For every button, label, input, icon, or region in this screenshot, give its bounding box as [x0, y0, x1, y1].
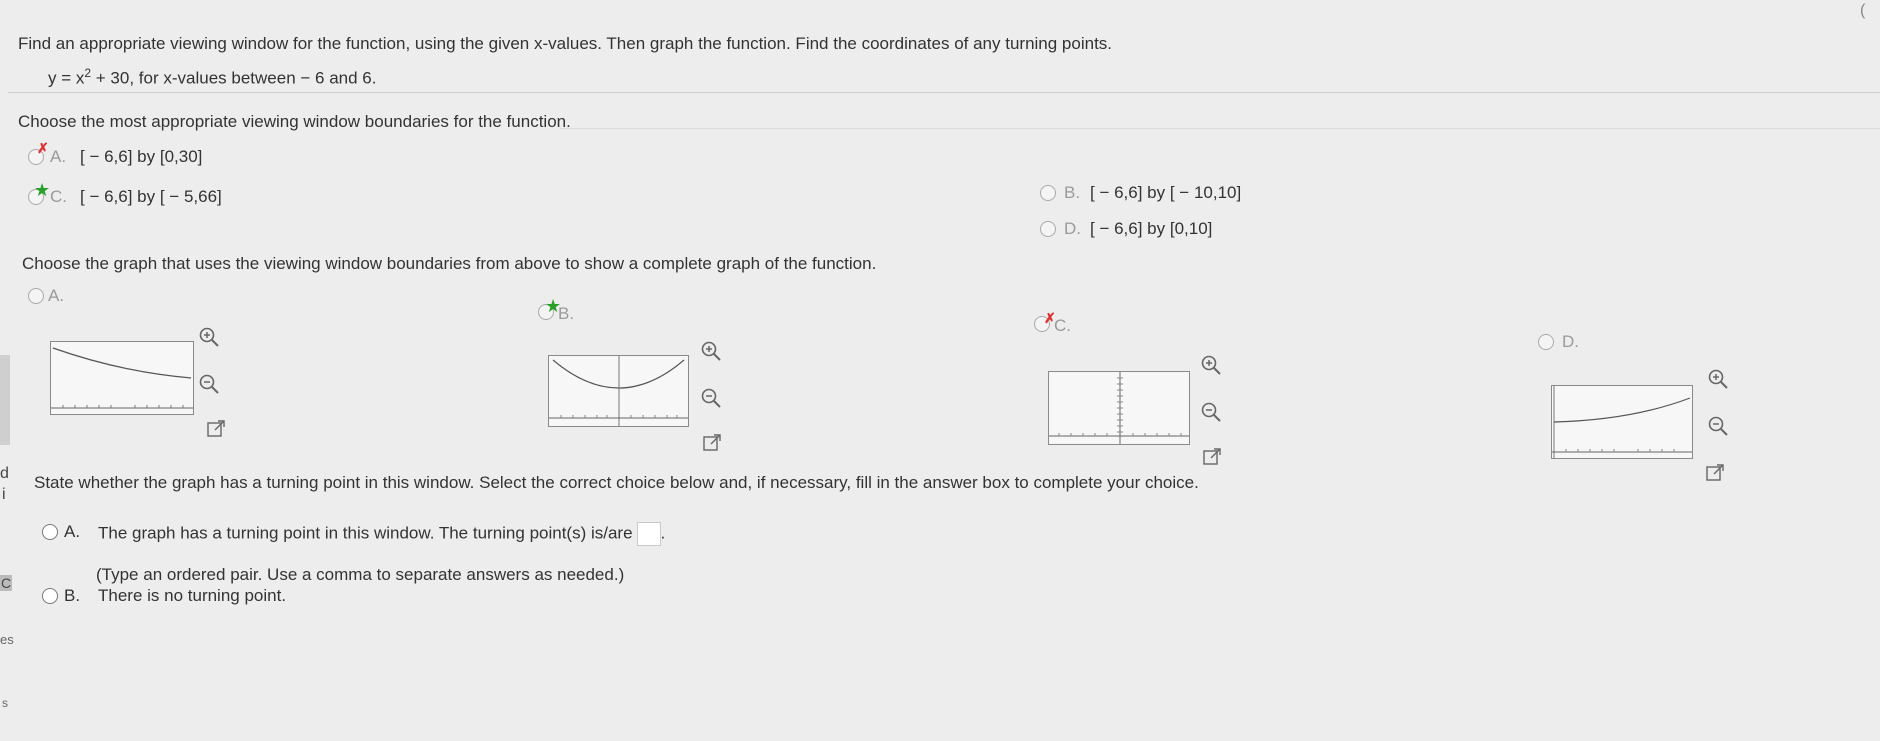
divider — [560, 128, 1880, 129]
radio-button[interactable] — [42, 524, 58, 540]
turning-point-statement: The graph has a turning point in this wi… — [98, 523, 633, 543]
expand-icon[interactable] — [206, 419, 228, 441]
choice-letter: D. — [1562, 332, 1579, 351]
instruction-text: Find an appropriate viewing window for t… — [18, 34, 1113, 53]
choice-letter: A. — [50, 147, 67, 166]
choice-letter: C. — [50, 187, 67, 206]
choice-text: [ − 6,6] by [0,30] — [80, 147, 203, 166]
period: . — [660, 523, 666, 543]
radio-button[interactable] — [28, 288, 44, 304]
choice-letter: A. — [48, 286, 65, 305]
graph-d-plot — [1552, 386, 1692, 458]
left-edge-fragment: i — [2, 486, 6, 503]
zoom-in-icon[interactable] — [1707, 368, 1729, 390]
graph-thumbnail-d[interactable] — [1551, 385, 1693, 459]
choice-text: [ − 6,6] by [ − 5,66] — [80, 187, 222, 206]
graph-b-plot — [549, 356, 688, 426]
choice-letter: C. — [1054, 316, 1071, 335]
q1-question: Choose the most appropriate viewing wind… — [18, 112, 571, 131]
q2-choice-a[interactable]: A. — [28, 286, 88, 310]
top-right-partial-icon[interactable]: ( — [1860, 2, 1874, 19]
expand-icon[interactable] — [702, 433, 724, 455]
radio-button[interactable] — [1040, 185, 1056, 201]
zoom-out-icon[interactable] — [198, 373, 220, 395]
expand-icon[interactable] — [1705, 463, 1727, 485]
radio-button[interactable] — [42, 588, 58, 604]
choice-letter: A. — [64, 522, 81, 541]
choice-letter: B. — [1064, 183, 1081, 202]
choice-letter: B. — [558, 304, 575, 323]
choice-text: There is no turning point. — [98, 586, 287, 605]
q1-choice-a[interactable]: ✗ A. [ − 6,6] by [0,30] — [28, 140, 268, 170]
function-definition: y = x2 + 30, for x-values between − 6 an… — [48, 66, 376, 89]
graph-c-plot — [1049, 372, 1189, 444]
function-rest: + 30, for x-values between − 6 and 6. — [91, 68, 377, 88]
graph-thumbnail-c[interactable] — [1048, 371, 1190, 445]
q2-choice-b[interactable]: ★ B. — [538, 296, 598, 324]
left-edge-fragment: es — [0, 632, 14, 647]
graph-a-plot — [51, 347, 193, 409]
left-edge-fragment: C — [1, 575, 12, 591]
q2-choice-d[interactable]: D. — [1538, 332, 1598, 356]
zoom-out-icon[interactable] — [1707, 415, 1729, 437]
q2-question: Choose the graph that uses the viewing w… — [22, 254, 877, 273]
q1-choice-b[interactable]: B. [ − 6,6] by [ − 10,10] — [1040, 182, 1280, 206]
graph-thumbnail-a[interactable] — [50, 341, 194, 415]
choice-text: [ − 6,6] by [0,10] — [1090, 219, 1213, 238]
graph-thumbnail-b[interactable] — [548, 355, 689, 427]
q3-question: State whether the graph has a turning po… — [34, 473, 1199, 492]
zoom-in-icon[interactable] — [700, 340, 722, 362]
left-edge-fragment: d — [0, 465, 9, 482]
q3-choice-b[interactable]: B. There is no turning point. — [42, 582, 362, 610]
radio-button[interactable] — [1040, 221, 1056, 237]
choice-letter: B. — [64, 586, 81, 605]
choice-letter: D. — [1064, 219, 1081, 238]
zoom-in-icon[interactable] — [1200, 354, 1222, 376]
zoom-out-icon[interactable] — [700, 387, 722, 409]
choice-text: The graph has a turning point in this wi… — [98, 522, 665, 546]
correct-star-icon: ★ — [34, 180, 51, 200]
zoom-in-icon[interactable] — [198, 326, 220, 348]
q3-choice-a[interactable]: A. The graph has a turning point in this… — [42, 520, 682, 548]
choice-text: [ − 6,6] by [ − 10,10] — [1090, 183, 1242, 202]
turning-point-answer-box[interactable] — [636, 522, 661, 546]
radio-button[interactable] — [1538, 334, 1554, 350]
divider — [8, 92, 1880, 93]
zoom-out-icon[interactable] — [1200, 401, 1222, 423]
function-y: y = x — [48, 68, 85, 88]
q1-choice-c[interactable]: ★ C. [ − 6,6] by [ − 5,66] — [28, 180, 268, 210]
q1-choice-d[interactable]: D. [ − 6,6] by [0,10] — [1040, 218, 1280, 242]
expand-icon[interactable] — [1202, 447, 1224, 469]
q2-choice-c[interactable]: ✗ C. — [1034, 310, 1094, 336]
incorrect-mark-icon: ✗ — [37, 140, 49, 156]
left-edge-panel — [0, 355, 10, 445]
left-edge-fragment: s — [2, 696, 8, 710]
